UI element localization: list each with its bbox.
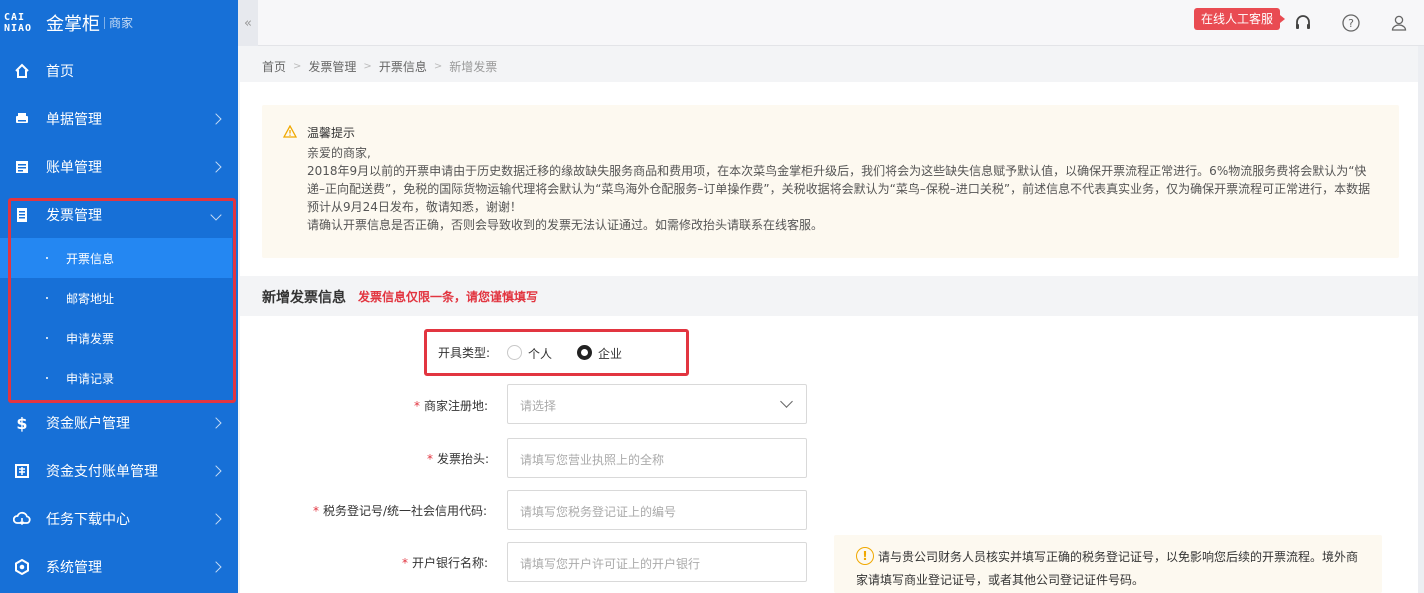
radio-personal[interactable]	[507, 345, 522, 360]
cainiao-logo-mark: CAI NIAO	[4, 12, 40, 34]
sidebar-item-download-center[interactable]: 任务下载中心	[0, 495, 238, 543]
notice-greeting: 亲爱的商家,	[307, 146, 371, 160]
section-title: 新增发票信息	[262, 290, 346, 306]
app-subtitle: 商家	[104, 17, 133, 29]
logo-mark-line1: CAI	[4, 12, 26, 23]
tax-id-label: * 税务登记号/统一社会信用代码:	[313, 502, 487, 519]
logo[interactable]: CAI NIAO 金掌柜 商家	[0, 0, 238, 46]
settings-icon	[13, 558, 31, 576]
sidebar-item-label: 资金账户管理	[46, 416, 130, 432]
section-warning: 发票信息仅限一条，请您谨慎填写	[358, 290, 539, 304]
bank-name-label: * 开户银行名称:	[402, 554, 488, 571]
notice-paragraph: 2018年9月以前的开票申请由于历史数据迁移的缘故缺失服务商品和费用项，在本次菜…	[307, 164, 1371, 214]
region-select[interactable]: 请选择	[507, 384, 807, 424]
highlight-box-invoice-menu	[8, 198, 236, 403]
bill-icon	[13, 158, 31, 176]
radio-personal-label[interactable]: 个人	[528, 345, 552, 362]
sidebar-item-label: 首页	[46, 64, 74, 80]
region-label: * 商家注册地:	[414, 397, 488, 414]
warning-triangle-icon	[282, 124, 298, 142]
invoice-title-input[interactable]: 请填写您营业执照上的全称	[507, 438, 807, 478]
sidebar-item-label: 资金支付账单管理	[46, 464, 158, 480]
invoice-title-placeholder: 请填写您营业执照上的全称	[520, 453, 665, 467]
notice-title: 温馨提示	[307, 126, 356, 140]
svg-text:?: ?	[1348, 17, 1354, 30]
cloud-download-icon	[13, 510, 31, 528]
breadcrumb-separator-icon: >	[293, 61, 302, 72]
required-mark: *	[313, 504, 319, 518]
breadcrumb: 首页 > 发票管理 > 开票信息 > 新增发票	[262, 58, 497, 75]
issue-type-label: 开具类型:	[438, 346, 491, 360]
bank-name-input[interactable]: 请填写您开户许可证上的开户银行	[507, 542, 807, 582]
scrollbar[interactable]	[1418, 46, 1424, 593]
tax-id-tip-text: 请与贵公司财务人员核实并填写正确的税务登记证号，以免影响您后续的开票流程。境外商…	[856, 550, 1359, 587]
required-mark: *	[427, 452, 433, 466]
tax-id-label-text: 税务登记号/统一社会信用代码:	[323, 504, 488, 518]
sidebar-item-home[interactable]: 首页	[0, 47, 238, 95]
radio-enterprise-label[interactable]: 企业	[598, 345, 622, 362]
breadcrumb-separator-icon: >	[433, 61, 443, 72]
bank-name-placeholder: 请填写您开户许可证上的开户银行	[520, 557, 701, 571]
chevron-down-icon	[780, 395, 793, 408]
chevron-right-icon	[210, 113, 222, 125]
sidebar-item-documents[interactable]: 单据管理	[0, 95, 238, 143]
sidebar-item-label: 单据管理	[46, 112, 102, 128]
user-icon[interactable]	[1388, 12, 1410, 34]
sidebar-item-label: 系统管理	[46, 560, 102, 576]
breadcrumb-invoice-info[interactable]: 开票信息	[379, 58, 427, 75]
invoice-title-label-text: 发票抬头:	[437, 452, 490, 466]
chevron-right-icon	[210, 513, 222, 525]
breadcrumb-separator-icon: >	[363, 61, 372, 72]
logo-mark-line2: NIAO	[4, 23, 33, 34]
sidebar-item-system[interactable]: 系统管理	[0, 543, 238, 591]
tax-id-placeholder: 请填写您税务登记证上的编号	[520, 505, 677, 519]
breadcrumb-invoice-management[interactable]: 发票管理	[308, 58, 356, 75]
online-customer-service-button[interactable]: 在线人工客服	[1194, 8, 1286, 30]
region-label-text: 商家注册地:	[424, 399, 489, 413]
chevron-right-icon	[210, 561, 222, 573]
breadcrumb-home[interactable]: 首页	[262, 58, 286, 75]
sidebar-item-payment-bills[interactable]: 资金支付账单管理	[0, 447, 238, 495]
app-title: 金掌柜	[46, 14, 100, 35]
sidebar: CAI NIAO 金掌柜 商家 首页 单据管理 账单管理 发票管理 开票信息 邮…	[0, 0, 238, 593]
notice-confirm: 请确认开票信息是否正确，否则会导致收到的发票无法认证通过。如需修改抬头请联系在线…	[307, 218, 824, 232]
invoice-title-label: * 发票抬头:	[427, 450, 489, 467]
region-select-placeholder: 请选择	[520, 399, 557, 413]
printer-icon	[13, 110, 31, 128]
dollar-icon: $	[16, 413, 28, 433]
required-mark: *	[414, 399, 420, 413]
help-icon[interactable]: ?	[1340, 12, 1362, 34]
chevron-right-icon	[210, 465, 222, 477]
tax-id-input[interactable]: 请填写您税务登记证上的编号	[507, 490, 807, 530]
home-icon	[13, 62, 31, 80]
sidebar-item-bills[interactable]: 账单管理	[0, 143, 238, 191]
sidebar-collapse-button[interactable]: «	[238, 0, 258, 46]
notice-body: 亲爱的商家, 2018年9月以前的开票申请由于历史数据迁移的缘故缺失服务商品和费…	[307, 144, 1377, 234]
sidebar-item-label: 账单管理	[46, 160, 102, 176]
headset-icon[interactable]	[1292, 12, 1314, 34]
required-mark: *	[402, 556, 408, 570]
radio-enterprise[interactable]	[577, 345, 592, 360]
chevron-right-icon	[210, 417, 222, 429]
bank-name-label-text: 开户银行名称:	[412, 556, 489, 570]
sidebar-item-label: 任务下载中心	[46, 512, 130, 528]
breadcrumb-current: 新增发票	[449, 60, 498, 74]
chevron-right-icon	[210, 161, 222, 173]
sidebar-item-fund-accounts[interactable]: $ 资金账户管理	[0, 399, 238, 447]
payment-bill-icon	[13, 462, 31, 480]
